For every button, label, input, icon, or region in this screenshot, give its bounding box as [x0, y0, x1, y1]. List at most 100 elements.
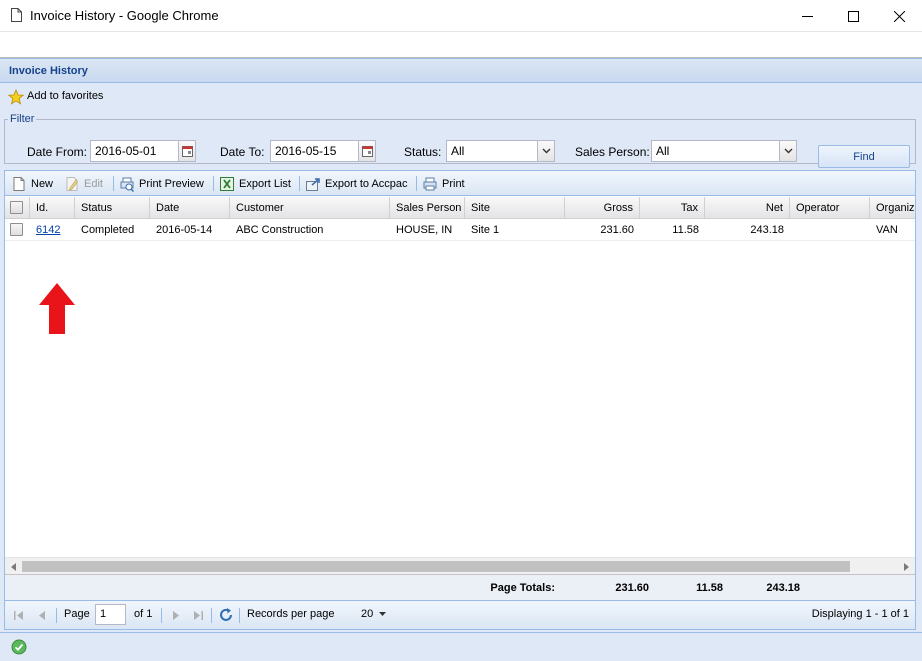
- calendar-icon: [361, 145, 373, 157]
- date-to-input[interactable]: 2016-05-15: [270, 140, 359, 162]
- records-per-page-select[interactable]: 20: [361, 608, 387, 620]
- total-tax: 11.58: [696, 582, 723, 594]
- toolbar-separator: [113, 176, 114, 191]
- records-per-page-value: 20: [361, 608, 374, 620]
- grid-body: 6142 Completed 2016-05-14 ABC Constructi…: [5, 219, 915, 557]
- column-header-net[interactable]: Net: [705, 197, 790, 218]
- row-checkbox-cell[interactable]: [5, 219, 30, 241]
- column-header-status[interactable]: Status: [75, 197, 150, 218]
- new-button-label: New: [31, 177, 54, 190]
- column-header-site[interactable]: Site: [465, 197, 565, 218]
- column-header-gross[interactable]: Gross: [565, 197, 640, 218]
- printer-icon: [423, 177, 437, 190]
- first-page-button[interactable]: [11, 607, 27, 623]
- new-button[interactable]: New: [11, 174, 53, 193]
- scroll-right-button[interactable]: [898, 558, 915, 575]
- next-page-button[interactable]: [167, 607, 183, 623]
- chevron-down-icon: [542, 148, 550, 154]
- cell-customer: ABC Construction: [236, 224, 324, 236]
- cell-gross: 231.60: [600, 224, 634, 236]
- date-from-input[interactable]: 2016-05-01: [90, 140, 179, 162]
- cell-tax: 11.58: [672, 224, 699, 236]
- export-icon: [306, 177, 320, 191]
- sales-person-label: Sales Person:: [575, 145, 650, 159]
- minimize-icon: [801, 15, 813, 17]
- column-header-operator[interactable]: Operator: [790, 197, 870, 218]
- edit-button-label: Edit: [84, 177, 103, 190]
- page-icon: [11, 8, 22, 22]
- sales-person-dropdown-button[interactable]: [780, 140, 797, 162]
- grid-toolbar: New Edit Print Preview Export List Expor…: [5, 171, 915, 196]
- window-titlebar: Invoice History - Google Chrome: [0, 0, 922, 32]
- export-list-button[interactable]: Export List: [219, 174, 291, 193]
- status-select[interactable]: All: [446, 140, 538, 162]
- status-dropdown-button[interactable]: [538, 140, 555, 162]
- toolbar-separator: [213, 176, 214, 191]
- previous-page-button[interactable]: [34, 607, 50, 623]
- pager-separator: [211, 608, 212, 623]
- cell-id: 6142: [30, 219, 75, 241]
- displaying-info: Displaying 1 - 1 of 1: [811, 608, 909, 620]
- cell-date: 2016-05-14: [156, 224, 213, 236]
- refresh-button[interactable]: [218, 607, 234, 623]
- page-count-label: of 1: [134, 608, 153, 620]
- new-document-icon: [13, 176, 25, 191]
- edit-button[interactable]: Edit: [64, 174, 103, 193]
- scroll-left-button[interactable]: [5, 558, 22, 575]
- add-to-favorites-link[interactable]: Add to favorites: [27, 90, 103, 102]
- excel-icon: [220, 176, 234, 191]
- column-header-id[interactable]: Id.: [30, 197, 75, 218]
- total-gross: 231.60: [615, 582, 649, 594]
- next-page-icon: [172, 610, 179, 620]
- horizontal-scrollbar[interactable]: [5, 557, 915, 574]
- cell-organization: VAN: [876, 224, 898, 236]
- column-header-date[interactable]: Date: [150, 197, 230, 218]
- address-bar[interactable]: [0, 32, 922, 58]
- cell-operator: [790, 219, 870, 241]
- status-label: Status:: [404, 145, 442, 159]
- row-checkbox[interactable]: [10, 223, 23, 236]
- select-all-checkbox[interactable]: [10, 201, 23, 214]
- select-all-checkbox-cell[interactable]: [5, 197, 30, 218]
- maximize-button[interactable]: [830, 0, 876, 32]
- invoice-id-link[interactable]: 6142: [36, 224, 60, 236]
- last-page-icon: [194, 610, 203, 620]
- edit-icon: [66, 176, 79, 191]
- calendar-icon: [181, 145, 193, 157]
- panel-header: Invoice History: [0, 58, 922, 83]
- status-bar: [0, 632, 922, 661]
- date-from-picker-button[interactable]: [179, 140, 196, 162]
- column-header-organization[interactable]: Organiza: [870, 197, 915, 218]
- print-preview-button[interactable]: Print Preview: [119, 174, 204, 193]
- date-to-picker-button[interactable]: [359, 140, 376, 162]
- scroll-right-icon: [904, 562, 909, 571]
- minimize-button[interactable]: [784, 0, 830, 32]
- last-page-button[interactable]: [190, 607, 206, 623]
- refresh-icon: [220, 608, 232, 621]
- filter-legend: Filter: [10, 113, 35, 125]
- close-icon: [893, 10, 905, 22]
- star-icon[interactable]: [8, 89, 24, 105]
- date-from-label: Date From:: [27, 145, 88, 159]
- export-to-accpac-label: Export to Accpac: [325, 177, 408, 190]
- scroll-left-icon: [11, 562, 16, 571]
- horizontal-scroll-thumb[interactable]: [22, 561, 850, 572]
- print-button[interactable]: Print: [422, 174, 465, 193]
- maximize-icon: [847, 10, 859, 22]
- column-header-customer[interactable]: Customer: [230, 197, 390, 218]
- status-ok-icon: [11, 639, 27, 655]
- column-header-sales-person[interactable]: Sales Person: [390, 197, 465, 218]
- export-to-accpac-button[interactable]: Export to Accpac: [305, 174, 408, 193]
- window-title: Invoice History - Google Chrome: [30, 8, 219, 23]
- close-button[interactable]: [876, 0, 922, 32]
- sales-person-select[interactable]: All: [651, 140, 780, 162]
- page-number-input[interactable]: 1: [95, 604, 126, 625]
- toolbar-separator: [416, 176, 417, 191]
- records-per-page-label: Records per page: [247, 608, 335, 620]
- find-button[interactable]: Find: [818, 145, 910, 168]
- toolbar-separator: [299, 176, 300, 191]
- table-row[interactable]: 6142 Completed 2016-05-14 ABC Constructi…: [5, 219, 915, 241]
- pager-separator: [56, 608, 57, 623]
- panel-title: Invoice History: [9, 65, 88, 77]
- column-header-tax[interactable]: Tax: [640, 197, 705, 218]
